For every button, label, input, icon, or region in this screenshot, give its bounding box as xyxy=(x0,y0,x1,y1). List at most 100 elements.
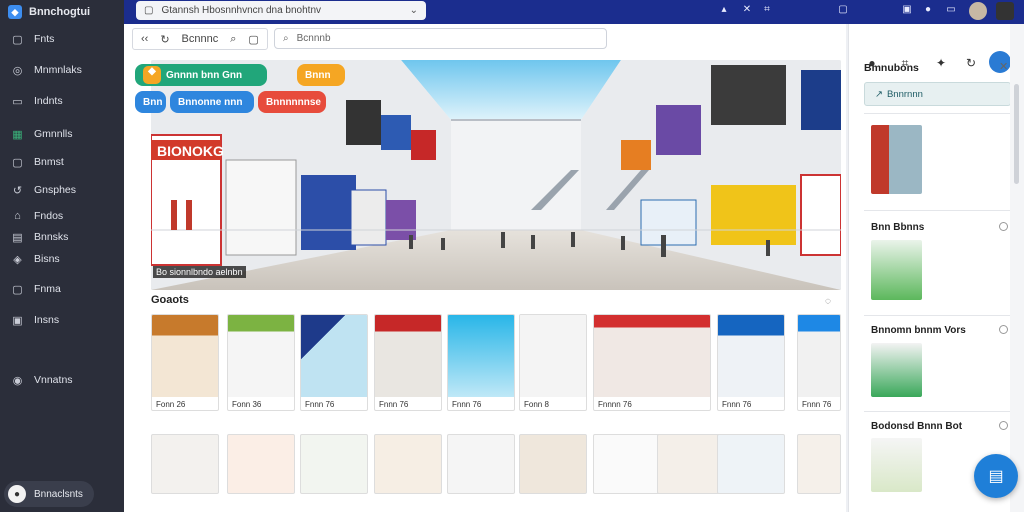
scrollbar-thumb[interactable] xyxy=(1014,84,1019,184)
profile-avatar[interactable] xyxy=(996,2,1014,20)
sidebar-item-3[interactable]: ▦ Gmnnlls xyxy=(0,123,124,145)
box-icon: ▣ xyxy=(12,314,23,327)
record-icon[interactable]: ● xyxy=(921,4,935,15)
brand-name: Bnnchogtui xyxy=(29,6,91,18)
search-icon[interactable]: ⌕ xyxy=(230,33,236,46)
tag-pill-4[interactable]: Bnnnnnnse xyxy=(258,91,326,113)
brand[interactable]: ◆ Bnnchogtui xyxy=(0,0,124,24)
user-avatar-icon: ● xyxy=(8,485,26,503)
result-tile[interactable]: Fnnn 76 xyxy=(717,314,785,411)
chat-icon[interactable]: ▢ xyxy=(836,4,850,15)
sidebar-item-6[interactable]: ⌂ Fndos xyxy=(0,205,124,227)
list-icon: ▤ xyxy=(12,231,23,244)
result-tile[interactable] xyxy=(151,434,219,494)
image-icon: ▢ xyxy=(12,283,23,296)
result-tile[interactable]: Fonn 8 xyxy=(519,314,587,411)
sidebar-item-10[interactable]: ▣ Insns xyxy=(0,309,124,331)
radio-option[interactable] xyxy=(999,325,1008,334)
app-logo-icon: ◆ xyxy=(8,5,22,19)
user-account[interactable]: ● Bnnaclsnts xyxy=(4,481,94,507)
result-tile[interactable] xyxy=(227,434,295,494)
result-tile[interactable] xyxy=(717,434,785,494)
back-icon[interactable]: ‹‹ xyxy=(141,33,148,45)
close-icon[interactable]: ✕ xyxy=(999,60,1008,73)
arrow-icon: ↗ xyxy=(875,88,883,100)
result-thumbnail[interactable] xyxy=(871,343,922,397)
result-tile[interactable]: Fonn 36 xyxy=(227,314,295,411)
radio-option[interactable] xyxy=(999,222,1008,231)
tag-pill-0[interactable]: ◆ Gnnnn bnn Gnn xyxy=(135,64,267,86)
user-name: Bnnaclsnts xyxy=(34,488,83,500)
result-tile[interactable]: Fnnnn 76 xyxy=(593,314,711,411)
result-tile[interactable] xyxy=(374,434,442,494)
divider xyxy=(864,113,1011,114)
copy-icon[interactable]: ▢ xyxy=(248,33,258,46)
document-icon: ▭ xyxy=(12,95,23,108)
result-tile[interactable]: Fnnn 76 xyxy=(447,314,515,411)
result-tile[interactable] xyxy=(797,434,841,494)
caret-icon[interactable]: ▴ xyxy=(717,4,731,15)
sidebar: ◆ Bnnchogtui ▢ Fnts ◎ Mnmnlaks ▭ Indnts ▦ Gm… xyxy=(0,0,124,512)
result-tile[interactable] xyxy=(300,434,368,494)
floating-action-button[interactable]: ▤ xyxy=(974,454,1018,498)
result-tile[interactable]: Fnnn 76 xyxy=(374,314,442,411)
sidebar-item-11[interactable]: ◉ Vnnatns xyxy=(0,369,124,391)
calendar-icon: ▢ xyxy=(12,156,23,169)
extension-icon[interactable]: ⌗ xyxy=(760,4,774,15)
more-icon[interactable]: ◌ xyxy=(825,296,831,307)
sidebar-item-0[interactable]: ▢ Fnts xyxy=(0,28,124,50)
chart-icon: ↺ xyxy=(12,184,23,197)
panel-icon: ▤ xyxy=(988,468,1004,485)
sidebar-item-2[interactable]: ▭ Indnts xyxy=(0,90,124,112)
tag-pill-1[interactable]: Bnnn xyxy=(297,64,345,86)
radio-option[interactable] xyxy=(999,421,1008,430)
hero-image[interactable]: BIONOKG Bo sionnlbndo aelnbn xyxy=(151,60,841,290)
divider xyxy=(864,210,1011,211)
sidebar-item-5[interactable]: ↺ Gnsphes xyxy=(0,179,124,201)
tag-pill-3[interactable]: Bnnonne nnn xyxy=(170,91,254,113)
result-tile[interactable]: Fonn 26 xyxy=(151,314,219,411)
result-thumbnail[interactable] xyxy=(871,240,922,300)
folder-icon: ⌂ xyxy=(14,210,21,222)
nav-label[interactable]: Bcnnnc xyxy=(182,33,219,45)
refresh-icon[interactable]: ↻ xyxy=(160,33,169,46)
chevron-down-icon[interactable]: ⌄ xyxy=(410,5,418,16)
sidebar-item-7[interactable]: ▤ Bnnsks xyxy=(0,226,124,248)
result-thumbnail[interactable] xyxy=(871,125,922,194)
sidebar-item-4[interactable]: ▢ Bnmst xyxy=(0,151,124,173)
scrollbar[interactable] xyxy=(1010,24,1024,512)
screen-icon[interactable]: ▭ xyxy=(944,4,958,15)
scroll-edge xyxy=(151,502,841,512)
panel-action-button[interactable]: ↗ Bnnrnnn xyxy=(864,82,1011,106)
result-tile[interactable] xyxy=(447,434,515,494)
divider xyxy=(864,315,1011,316)
result-tile[interactable] xyxy=(519,434,587,494)
result-tile[interactable] xyxy=(657,434,725,494)
divider xyxy=(864,411,1011,412)
address-bar[interactable]: ▢ Gtannsh Hbosnnhvncn dna bnohtnv ⌄ xyxy=(136,1,426,20)
result-tile[interactable]: Fnnn 76 xyxy=(300,314,368,411)
page-icon: ▢ xyxy=(144,5,154,16)
file-icon: ▢ xyxy=(12,33,23,46)
sidebar-item-8[interactable]: ◈ Bisns xyxy=(0,248,124,270)
nav-controls: ‹‹ ↻ Bcnnnc ⌕ ▢ xyxy=(132,28,268,50)
hero-caption: Bo sionnlbndo aelnbn xyxy=(153,266,246,278)
store-sign: BIONOKG xyxy=(157,143,224,159)
result-tile[interactable] xyxy=(593,434,661,494)
tag-pill-2[interactable]: Bnn xyxy=(135,91,166,113)
avatar[interactable] xyxy=(969,2,987,20)
close-icon[interactable]: ✕ xyxy=(740,4,754,15)
card-title: Bnnomn bnnm Vors xyxy=(871,325,966,336)
puzzle-icon[interactable]: ✦ xyxy=(933,56,949,70)
sidebar-item-9[interactable]: ▢ Fnma xyxy=(0,278,124,300)
search-input[interactable]: ⌕ Bcnnnb xyxy=(274,28,607,49)
card-title: Bnn Bbnns xyxy=(871,222,925,233)
result-tile[interactable]: Fnnn 76 xyxy=(797,314,841,411)
sidebar-item-1[interactable]: ◎ Mnmnlaks xyxy=(0,59,124,81)
mall-illustration: BIONOKG xyxy=(151,60,841,290)
window-icon[interactable]: ▣ xyxy=(900,4,914,15)
panel-title: Bmnubons xyxy=(864,62,919,74)
address-text: Gtannsh Hbosnnhvncn dna bnohtnv xyxy=(161,5,322,16)
refresh-icon[interactable]: ↻ xyxy=(963,56,979,70)
result-thumbnail[interactable] xyxy=(871,438,922,492)
